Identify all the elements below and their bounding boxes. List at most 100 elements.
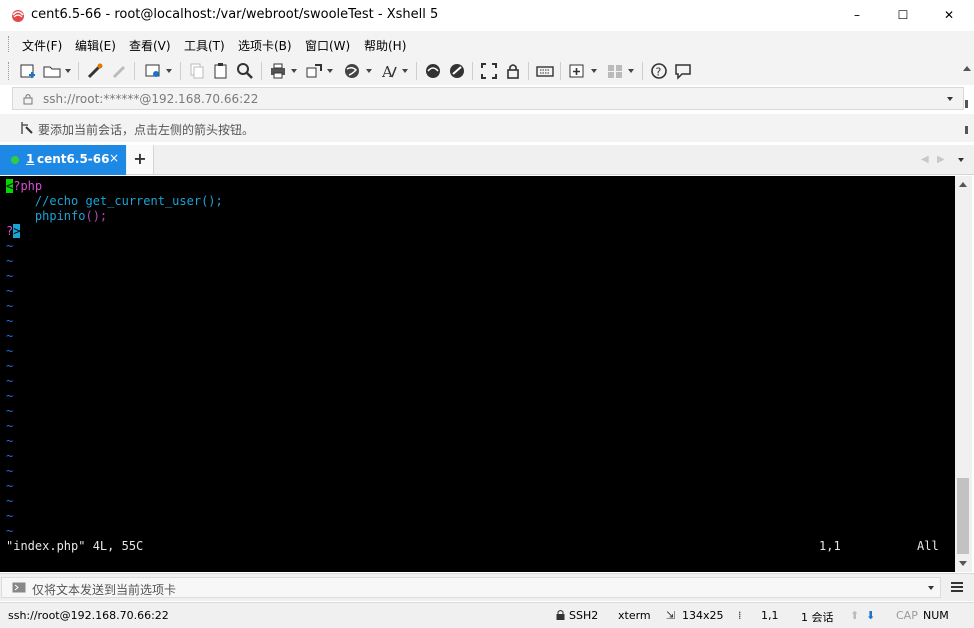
- new-session-icon[interactable]: [19, 62, 37, 80]
- print-icon[interactable]: [269, 62, 287, 80]
- tilde-marker: ~: [6, 239, 14, 253]
- copy-icon[interactable]: [188, 62, 206, 80]
- properties-icon[interactable]: [144, 62, 162, 80]
- session-hint-text: 要添加当前会话，点击左侧的箭头按钮。: [38, 123, 255, 137]
- tilde-marker: ~: [6, 254, 14, 268]
- tab-scroll-right-icon[interactable]: ▶: [937, 154, 945, 165]
- paste-icon[interactable]: [212, 62, 230, 80]
- status-num: NUM: [923, 609, 949, 622]
- help-icon[interactable]: ?: [650, 62, 668, 80]
- menu-view[interactable]: 查看(V): [129, 37, 171, 54]
- tilde-marker: ~: [6, 329, 14, 343]
- open-folder-icon[interactable]: [43, 62, 61, 80]
- tilde-marker: ~: [6, 404, 14, 418]
- tilde-marker: ~: [6, 299, 14, 313]
- tilde-marker: ~: [6, 314, 14, 328]
- menu-window[interactable]: 窗口(W): [305, 37, 350, 54]
- status-terminal-type: xterm: [618, 609, 651, 622]
- scroll-down-icon[interactable]: [959, 561, 967, 566]
- download-arrow-icon: ⬇: [866, 609, 876, 622]
- new-tab-button[interactable]: +: [127, 145, 154, 174]
- tilde-marker: ~: [6, 359, 14, 373]
- status-sessions: 1 会话: [801, 611, 834, 624]
- size-icon: ⇲: [666, 609, 676, 622]
- tab-session-1[interactable]: 1 cent6.5-66 ×: [0, 145, 126, 175]
- vim-status-all: All: [917, 539, 939, 553]
- svg-text:A: A: [381, 63, 393, 80]
- code-token: phpinfo: [6, 209, 86, 223]
- terminal-scrollbar[interactable]: [955, 176, 972, 572]
- window-title: cent6.5-66 - root@localhost:/var/webroot…: [31, 7, 439, 22]
- tilde-marker: ~: [6, 434, 14, 448]
- add-session-arrow-icon[interactable]: [20, 121, 34, 135]
- vim-status-position: 1,1: [819, 539, 841, 553]
- status-bar: ssh://root@192.168.70.66:22 SSH2 xterm ⇲…: [0, 602, 974, 628]
- tilde-marker: ~: [6, 374, 14, 388]
- menu-bar: 文件(F) 编辑(E) 查看(V) 工具(T) 选项卡(B) 窗口(W) 帮助(…: [0, 31, 974, 57]
- lock-icon[interactable]: [504, 62, 522, 80]
- tilde-marker: ~: [6, 479, 14, 493]
- upload-arrow-icon: ⬆: [850, 609, 860, 622]
- xshell-icon[interactable]: [448, 62, 466, 80]
- close-window-button[interactable]: ✕: [926, 0, 972, 30]
- tilde-marker: ~: [6, 524, 14, 538]
- tilde-marker: ~: [6, 419, 14, 433]
- scroll-up-icon[interactable]: [959, 182, 967, 187]
- status-cap: CAP: [896, 609, 918, 622]
- terminal-line-1: <?php: [6, 179, 42, 194]
- font-icon[interactable]: A: [380, 62, 398, 80]
- close-tab-icon[interactable]: ×: [109, 151, 119, 165]
- code-token: ?php: [13, 179, 43, 193]
- terminal-screen[interactable]: <?php //echo get_current_user(); phpinfo…: [0, 176, 955, 572]
- menu-icon[interactable]: [951, 581, 963, 593]
- lock-icon: [556, 610, 565, 620]
- status-protocol: SSH2: [569, 609, 599, 622]
- menu-help[interactable]: 帮助(H): [364, 37, 406, 54]
- svg-text:?: ?: [656, 66, 662, 79]
- connected-status-icon: [11, 156, 19, 164]
- minimize-button[interactable]: –: [834, 0, 880, 30]
- terminal-line-4: ?>: [6, 224, 21, 239]
- send-text-input[interactable]: 仅将文本发送到当前选项卡: [1, 577, 941, 598]
- find-icon[interactable]: [236, 62, 254, 80]
- xftp-icon[interactable]: [424, 62, 442, 80]
- status-session: ssh://root@192.168.70.66:22: [8, 609, 169, 622]
- terminal-line-3: phpinfo();: [6, 209, 107, 224]
- send-text-placeholder: 仅将文本发送到当前选项卡: [32, 583, 177, 597]
- compose-bar: 仅将文本发送到当前选项卡: [0, 573, 974, 601]
- address-field[interactable]: ssh://root:******@192.168.70.66:22: [43, 92, 258, 106]
- tilde-marker: ~: [6, 494, 14, 508]
- fullscreen-icon[interactable]: [480, 62, 498, 80]
- code-token: ();: [85, 209, 108, 223]
- tilde-marker: ~: [6, 449, 14, 463]
- menu-tab[interactable]: 选项卡(B): [238, 37, 292, 54]
- tilde-marker: ~: [6, 344, 14, 358]
- tilde-marker: ~: [6, 269, 14, 283]
- layout-icon[interactable]: [606, 62, 624, 80]
- tab-scroll-left-icon[interactable]: ◀: [921, 154, 929, 165]
- xshell-app-icon: [12, 10, 24, 22]
- chat-icon[interactable]: [674, 62, 692, 80]
- scrollbar-thumb[interactable]: [957, 478, 969, 554]
- globe-icon[interactable]: [343, 62, 361, 80]
- chevron-down-icon[interactable]: [947, 97, 953, 101]
- scroll-up-icon[interactable]: [963, 66, 971, 71]
- tab-label: cent6.5-66: [37, 152, 110, 166]
- chevron-down-icon[interactable]: [928, 586, 934, 590]
- transfer-icon[interactable]: [305, 62, 323, 80]
- keyboard-icon[interactable]: [536, 62, 554, 80]
- window-edge-scrollbar: [963, 66, 971, 176]
- disconnect-icon[interactable]: [111, 62, 129, 80]
- menu-file[interactable]: 文件(F): [22, 37, 62, 54]
- status-size: 134x25: [682, 609, 724, 622]
- maximize-button[interactable]: ☐: [880, 0, 926, 30]
- reconnect-icon[interactable]: [86, 62, 104, 80]
- menu-edit[interactable]: 编辑(E): [75, 37, 116, 54]
- tab-bar: 1 cent6.5-66 × + ◀ ▶: [0, 145, 974, 175]
- menu-tools[interactable]: 工具(T): [184, 37, 225, 54]
- tab-number: 1: [26, 152, 35, 166]
- lock-icon: [23, 94, 33, 105]
- cursor-position-icon: ⁞: [738, 609, 742, 622]
- address-bar[interactable]: ssh://root:******@192.168.70.66:22: [12, 87, 964, 110]
- compose-icon[interactable]: [568, 62, 586, 80]
